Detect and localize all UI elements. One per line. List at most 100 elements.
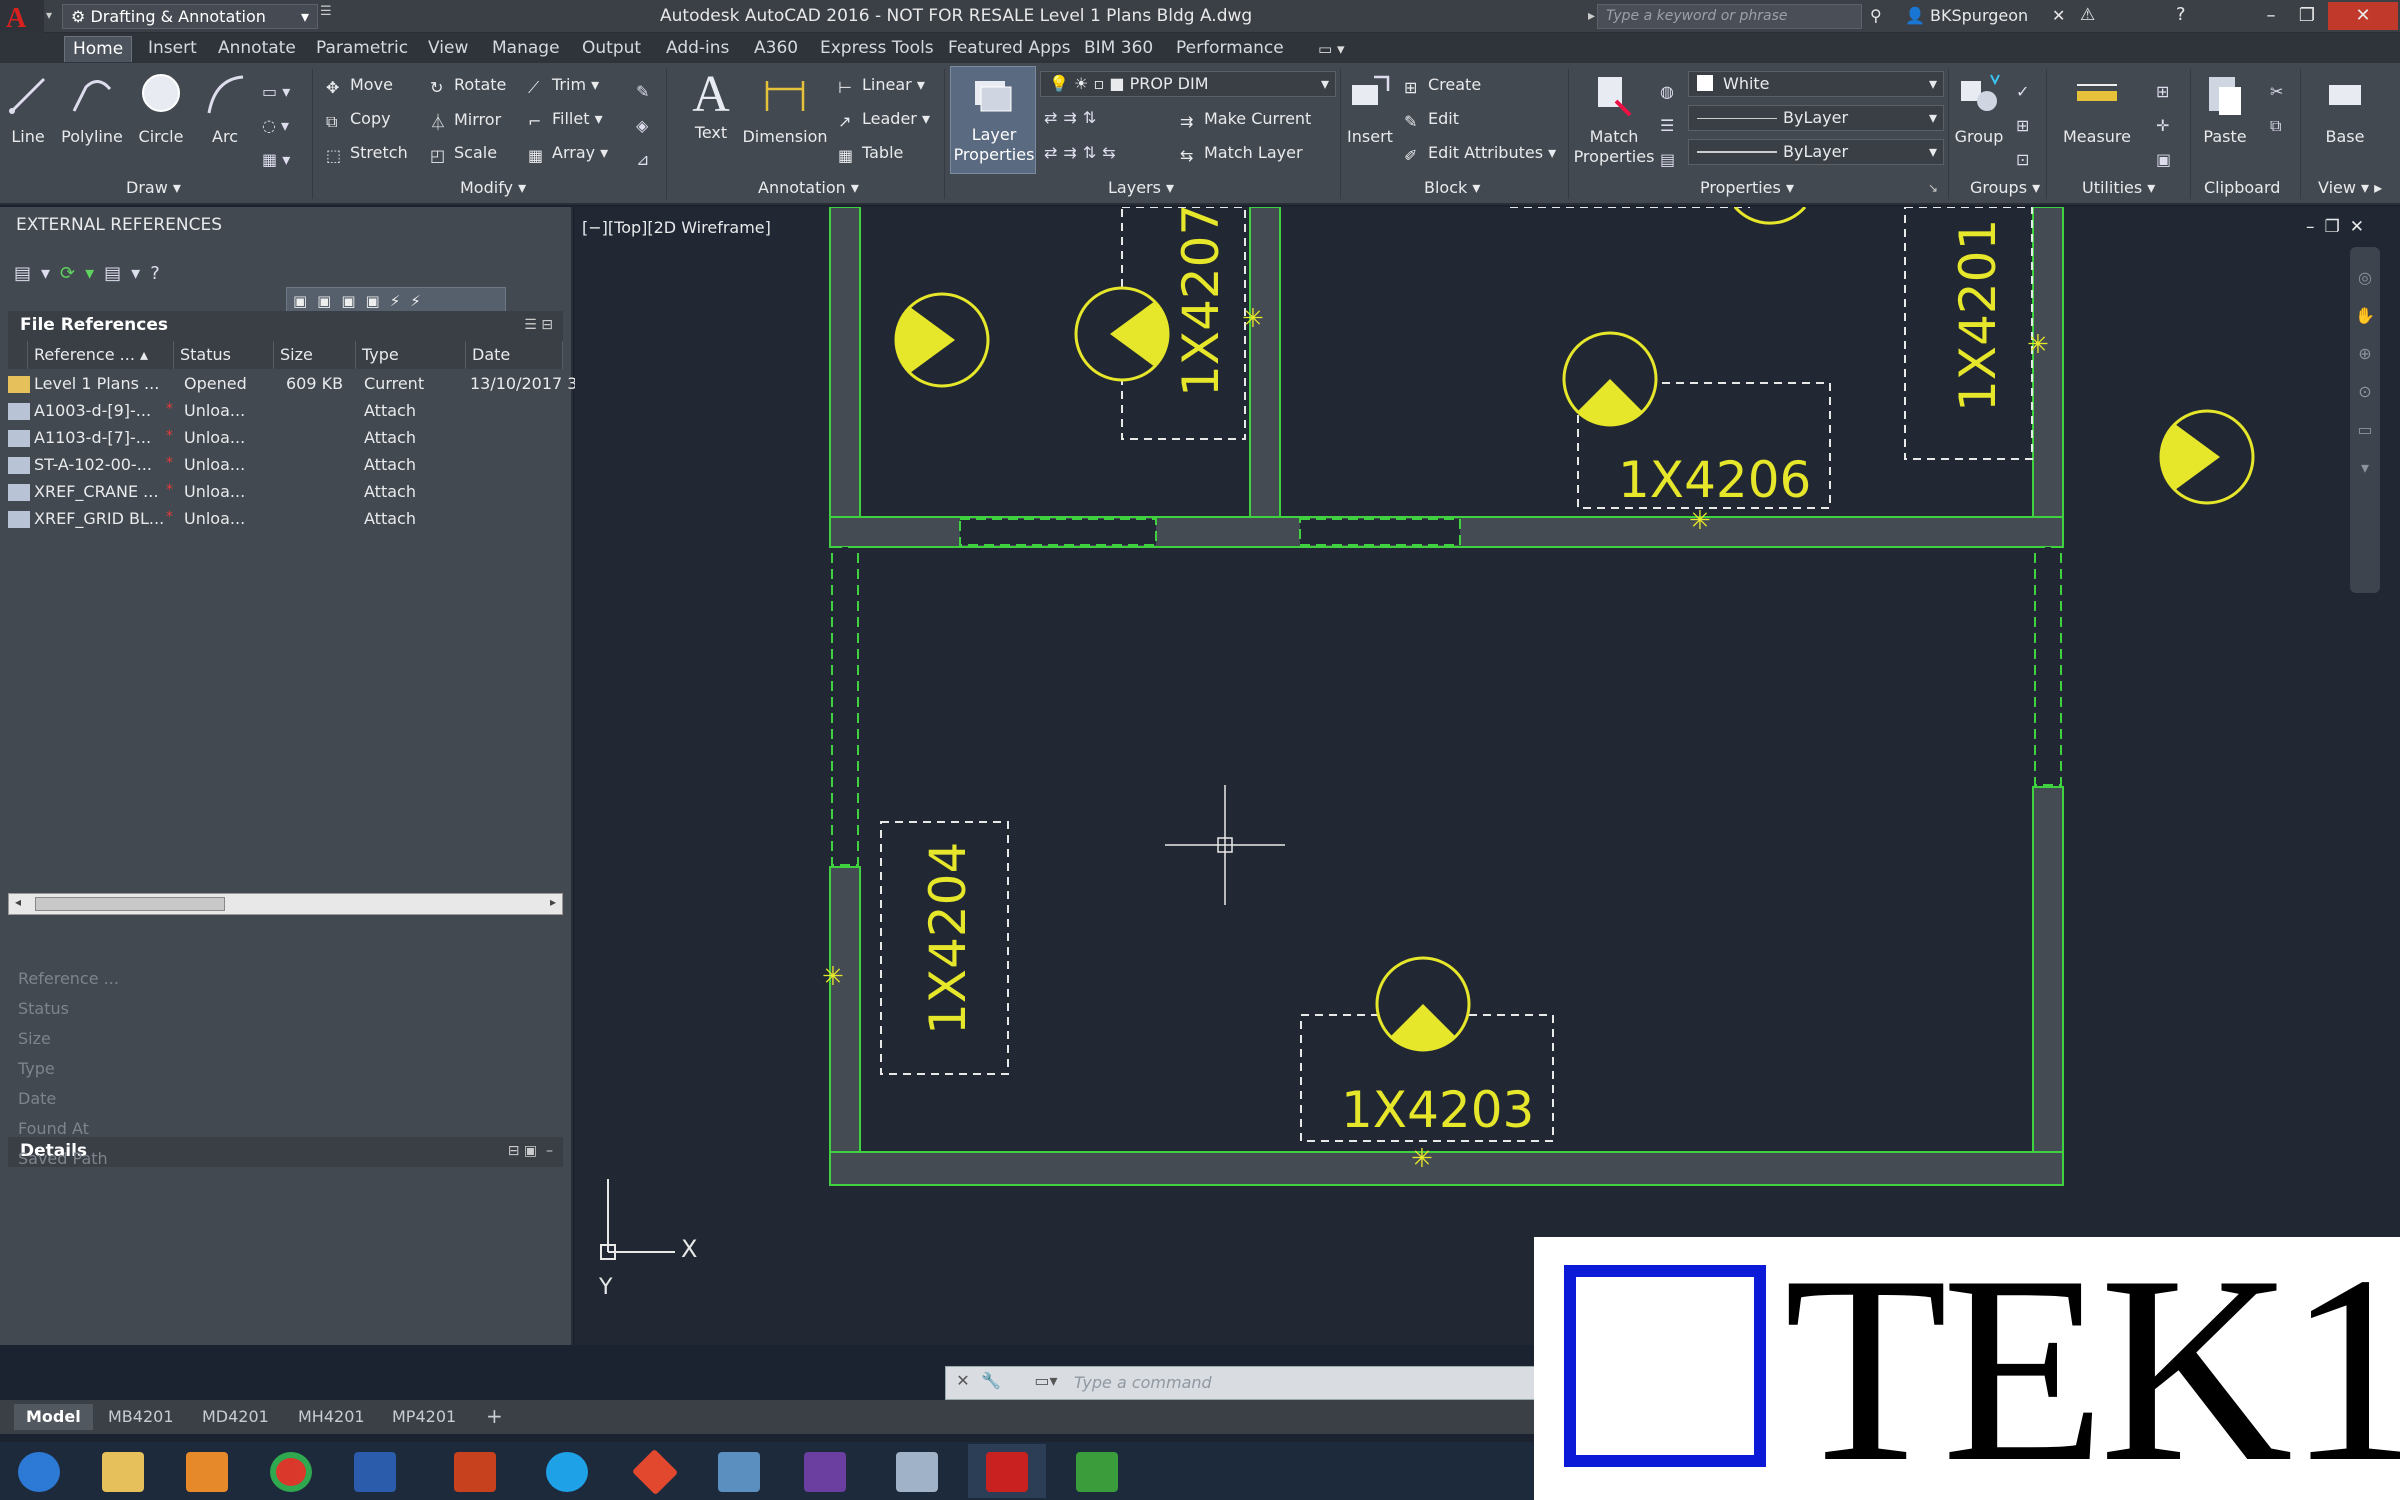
- tab-featured-apps[interactable]: Featured Apps: [940, 36, 1079, 62]
- base-view-tool[interactable]: Base: [2314, 71, 2376, 146]
- table-row[interactable]: ST-A-102-00-... Unloa... Attach *: [8, 452, 563, 479]
- tab-bim-360[interactable]: BIM 360: [1076, 36, 1161, 62]
- taskbar-photos[interactable]: [700, 1444, 778, 1498]
- table-tool[interactable]: ▦ Table: [838, 143, 903, 165]
- taskbar-visual-studio[interactable]: [786, 1444, 864, 1498]
- properties-panel-label[interactable]: Properties ▾: [1700, 178, 1794, 197]
- leader-tool[interactable]: ↗ Leader ▾: [838, 109, 930, 131]
- layers-panel-label[interactable]: Layers ▾: [1108, 178, 1174, 197]
- line-tool[interactable]: Line: [2, 71, 54, 146]
- tab-manage[interactable]: Manage: [484, 36, 568, 62]
- tab-model[interactable]: Model: [14, 1404, 93, 1430]
- text-tool[interactable]: A Text: [680, 69, 742, 143]
- view-panel-label[interactable]: View ▾ ▸: [2318, 178, 2382, 197]
- taskbar-skype[interactable]: [528, 1444, 606, 1498]
- app-menu-chevron-icon[interactable]: ▾: [46, 8, 52, 22]
- modify-extra-tools[interactable]: ✎ ◈ ⊿: [636, 75, 649, 177]
- draw-extra-tools[interactable]: ▭ ▾ ◌ ▾ ▦ ▾: [262, 75, 290, 177]
- groups-panel-label[interactable]: Groups ▾: [1970, 178, 2040, 197]
- utilities-panel-label[interactable]: Utilities ▾: [2082, 178, 2155, 197]
- panel-launcher-icon[interactable]: ↘: [1928, 181, 1938, 195]
- group-tool[interactable]: Group: [1952, 71, 2006, 146]
- linear-tool[interactable]: ⊢ Linear ▾: [838, 75, 925, 97]
- start-button[interactable]: [0, 1444, 78, 1498]
- xref-toolbar[interactable]: ▤▾⟳▾▤▾?: [14, 263, 170, 284]
- scroll-right-icon[interactable]: ▸: [550, 895, 556, 909]
- tab-mp4201[interactable]: MP4201: [380, 1404, 468, 1430]
- draw-panel-label[interactable]: Draw ▾: [126, 178, 181, 197]
- workspace-switcher[interactable]: ⚙ Drafting & Annotation ▾: [62, 4, 318, 29]
- table-row[interactable]: A1003-d-[9]-... Unloa... Attach *: [8, 398, 563, 425]
- table-row[interactable]: XREF_CRANE ... Unloa... Attach *: [8, 479, 563, 506]
- measure-tool[interactable]: Measure: [2056, 71, 2138, 146]
- linetype-dropdown[interactable]: ByLayer ▾: [1688, 105, 1944, 131]
- taskbar-chrome[interactable]: [252, 1444, 330, 1498]
- change-path-icon[interactable]: ▤▾: [104, 263, 150, 284]
- tab-parametric[interactable]: Parametric: [308, 36, 416, 62]
- array-tool[interactable]: ▦ Array ▾: [528, 143, 608, 165]
- tab-home[interactable]: Home: [64, 36, 133, 62]
- search-expand-icon[interactable]: ▸: [1588, 8, 1595, 24]
- minimize-icon[interactable]: –: [2254, 2, 2288, 30]
- tab-express-tools[interactable]: Express Tools: [812, 36, 942, 62]
- annotation-panel-label[interactable]: Annotation ▾: [758, 178, 859, 197]
- tab-a360[interactable]: A360: [746, 36, 806, 62]
- trim-tool[interactable]: ⟋ Trim ▾: [528, 75, 599, 97]
- taskbar-camtasia[interactable]: [1058, 1444, 1136, 1498]
- tab-add-ins[interactable]: Add-ins: [658, 36, 737, 62]
- table-row[interactable]: A1103-d-[7]-... Unloa... Attach *: [8, 425, 563, 452]
- match-layer-tool[interactable]: ⇆ Match Layer: [1180, 143, 1303, 165]
- scroll-left-icon[interactable]: ◂: [15, 895, 21, 909]
- help-icon[interactable]: ?: [150, 263, 170, 284]
- add-layout-icon[interactable]: +: [474, 1404, 515, 1430]
- modify-panel-label[interactable]: Modify ▾: [460, 178, 526, 197]
- navigation-bar[interactable]: ◎ ✋ ⊕ ⊙ ▭ ▾: [2350, 247, 2380, 593]
- table-row[interactable]: Level 1 Plans ... Opened 609 KB Current 13/1…: [8, 371, 577, 398]
- layer-dropdown[interactable]: 💡 ☀ ▫ ■ PROP DIM ▾: [1040, 71, 1336, 97]
- drawing-canvas[interactable]: 1X4207 1X4206 1X4201 1X4204 1X4203 ✳ ✳ ✳ ✳…: [575, 207, 2400, 1345]
- column-header-reference[interactable]: Reference ... ▴: [28, 341, 174, 369]
- customize-command-line-icon[interactable]: 🔧: [978, 1371, 1004, 1395]
- close-command-line-icon[interactable]: ✕: [950, 1371, 976, 1395]
- copy-tool[interactable]: ⧉ Copy: [326, 109, 391, 131]
- mirror-tool[interactable]: ⏃ Mirror: [430, 109, 501, 132]
- group-extra-tools[interactable]: ✓ ⊞ ⊡: [2016, 75, 2029, 177]
- column-header-size[interactable]: Size: [274, 341, 356, 369]
- taskbar-word[interactable]: [336, 1444, 414, 1498]
- edit-attributes-tool[interactable]: ✐ Edit Attributes ▾: [1404, 143, 1556, 165]
- help-icon[interactable]: ?: [2176, 4, 2186, 25]
- layer-tools-row-2[interactable]: ⇄⇉⇅⇆: [1044, 143, 1122, 162]
- ribbon-minimize-icon[interactable]: ▭ ▾: [1318, 40, 1344, 58]
- refresh-icon[interactable]: ⟳▾: [60, 263, 104, 284]
- view-toggle-icon[interactable]: ☰ ⊟: [524, 317, 553, 333]
- layer-tools-row-1[interactable]: ⇄⇉⇅: [1044, 108, 1102, 127]
- clipboard-extra-tools[interactable]: ✂ ⧉: [2270, 75, 2283, 143]
- viewport-controls[interactable]: [−][Top][2D Wireframe]: [582, 218, 771, 237]
- insert-tool[interactable]: Insert: [1344, 71, 1396, 146]
- circle-tool[interactable]: Circle: [130, 71, 192, 146]
- command-history-icon[interactable]: ▭▾: [1026, 1371, 1066, 1395]
- exchange-apps-icon[interactable]: ✕: [2052, 6, 2065, 25]
- utility-extra-tools[interactable]: ⊞ ✛ ▣: [2156, 75, 2171, 177]
- quick-access-dropdown[interactable]: ☰: [320, 4, 336, 29]
- table-row[interactable]: XREF_GRID BL... Unloa... Attach *: [8, 506, 563, 533]
- taskbar-media-player[interactable]: [168, 1444, 246, 1498]
- tab-view[interactable]: View: [420, 36, 476, 62]
- tab-performance[interactable]: Performance: [1168, 36, 1292, 62]
- taskbar-git[interactable]: [616, 1444, 694, 1498]
- viewport-window-controls[interactable]: –❐✕: [2306, 217, 2374, 237]
- close-icon[interactable]: ✕: [2328, 2, 2398, 30]
- attach-icon[interactable]: ▤▾: [14, 263, 60, 284]
- binoculars-icon[interactable]: ⚲: [1870, 6, 1882, 25]
- rotate-tool[interactable]: ↻ Rotate: [430, 75, 506, 97]
- lineweight-dropdown[interactable]: ByLayer ▾: [1688, 139, 1944, 165]
- command-line[interactable]: ✕ 🔧 ▭▾ Type a command: [945, 1366, 1540, 1400]
- tab-annotate[interactable]: Annotate: [210, 36, 304, 62]
- match-properties-tool[interactable]: Match Properties: [1572, 71, 1656, 167]
- tab-md4201[interactable]: MD4201: [190, 1404, 281, 1430]
- scale-tool[interactable]: ◰ Scale: [430, 143, 497, 165]
- taskbar-powerpoint[interactable]: [436, 1444, 514, 1498]
- arc-tool[interactable]: Arc: [196, 71, 254, 146]
- move-tool[interactable]: ✥ Move: [326, 75, 393, 97]
- dimension-tool[interactable]: Dimension: [742, 71, 828, 146]
